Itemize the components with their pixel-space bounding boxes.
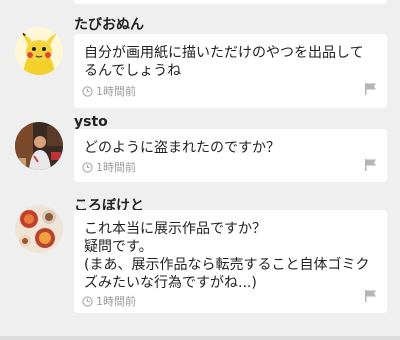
comment-time: 1時間前 [96,85,136,98]
clock-icon [82,161,93,173]
clock-icon [82,85,93,97]
comment-text: 自分が画用紙に描いただけのやつを出品してるんでしょうね [84,45,364,79]
comment-text: これ本当に展示作品ですか？ 疑問です。 (まあ、展示作品なら転売すること自体ゴミ… [84,221,370,291]
comment-text: どのように盗まれたのですか？ [84,140,280,156]
comment-bubble: どのように盗まれたのですか？ 1時間前 [74,129,387,182]
comment-meta: 1時間前 [82,293,136,309]
bottom-divider [0,336,400,340]
flag-icon[interactable] [364,82,377,95]
comment-meta: 1時間前 [82,83,136,99]
previous-comment-card [74,0,387,4]
comment-time: 1時間前 [96,295,136,308]
username[interactable]: たびおぬん [74,14,144,34]
flag-icon[interactable] [364,289,377,302]
user-avatar[interactable] [15,122,63,170]
person-photo-avatar-icon [15,122,63,170]
comment-meta: 1時間前 [82,159,136,175]
comment-time: 1時間前 [96,161,136,174]
comment-bubble: 自分が画用紙に描いただけのやつを出品してるんでしょうね 1時間前 [74,34,387,108]
flag-icon[interactable] [364,158,377,171]
user-avatar[interactable] [15,27,63,75]
clock-icon [82,295,93,307]
user-avatar[interactable] [15,205,63,253]
food-photo-avatar-icon [15,205,63,253]
username[interactable]: ysto [74,114,108,130]
pikachu-avatar-icon [15,27,63,75]
comment-bubble: これ本当に展示作品ですか？ 疑問です。 (まあ、展示作品なら転売すること自体ゴミ… [74,210,387,313]
